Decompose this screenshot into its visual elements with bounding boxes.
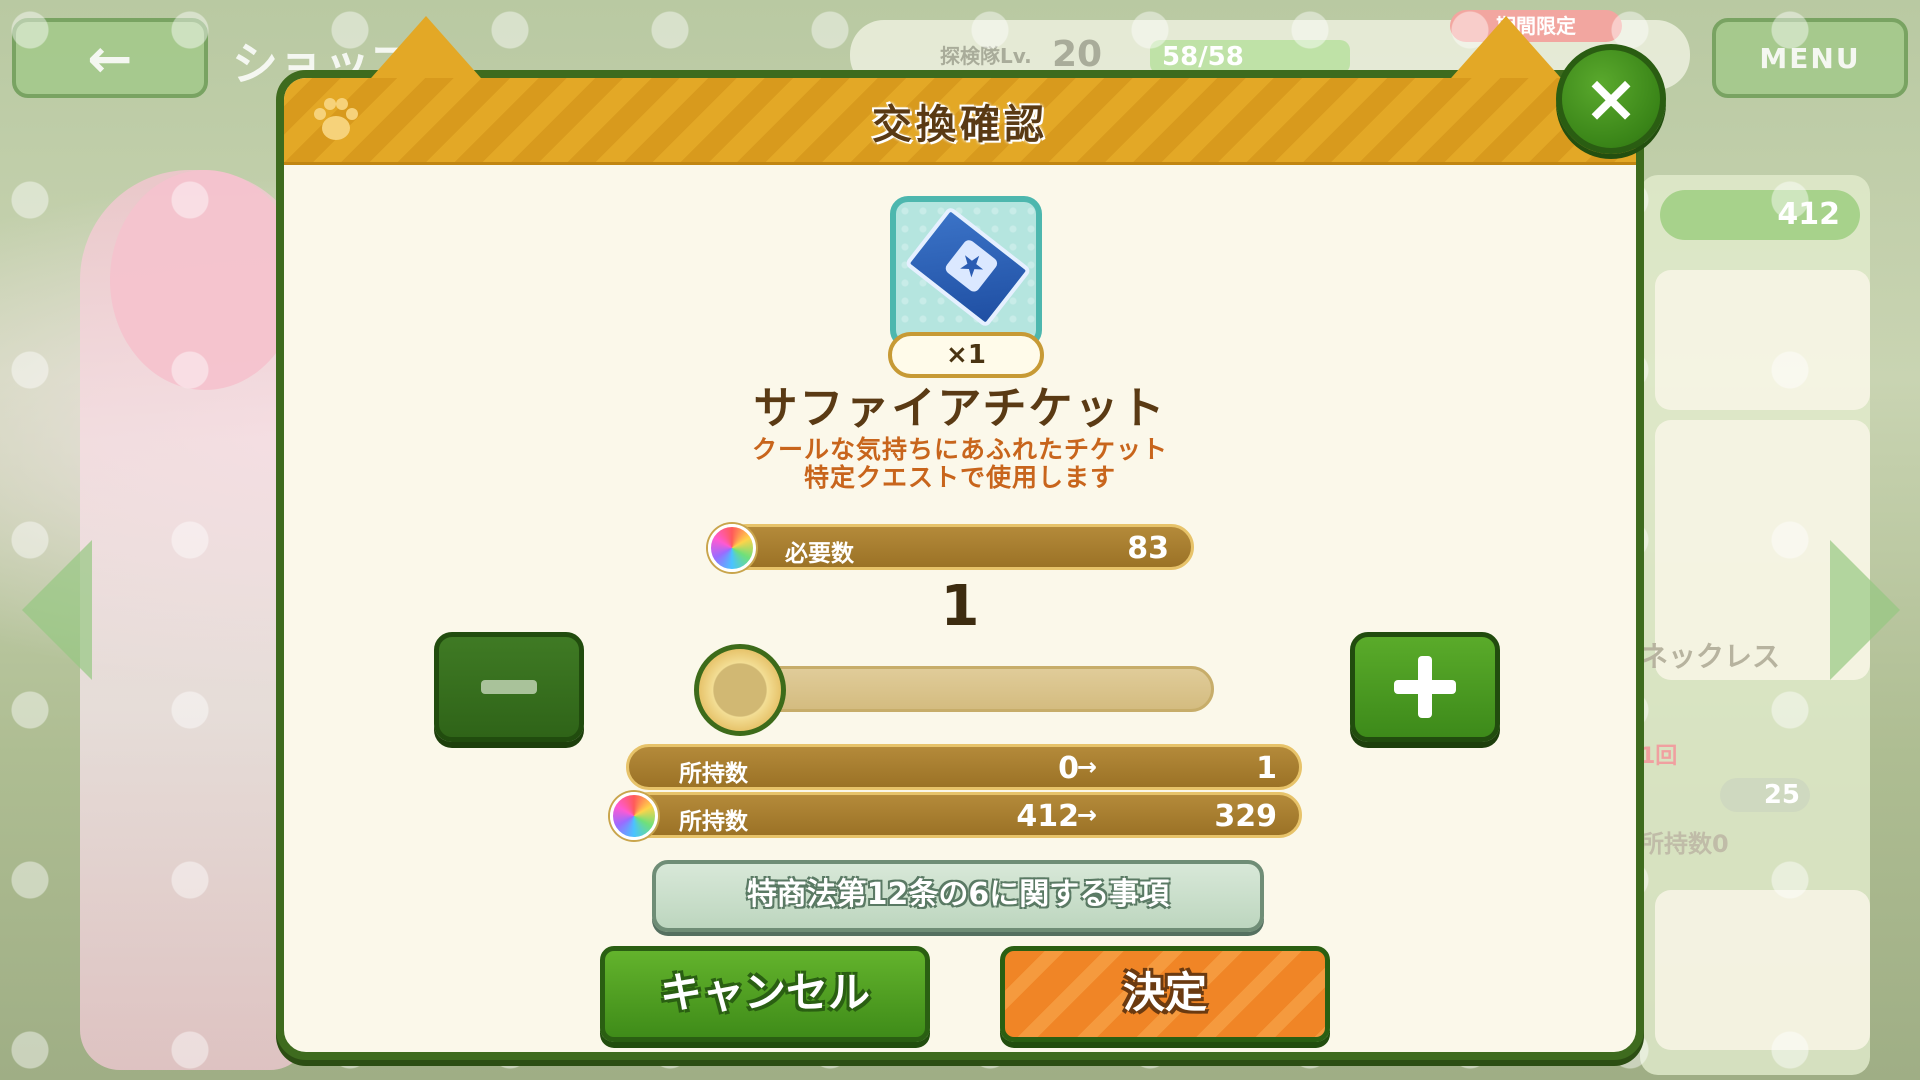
expedition-level-label: 探検隊Lv. — [940, 44, 1032, 68]
dialog-header: 交換確認 — [284, 78, 1636, 165]
minus-icon — [481, 680, 537, 694]
rainbow-gem-icon — [610, 792, 658, 840]
dialog-ear-right — [1444, 16, 1568, 86]
cancel-button[interactable]: キャンセル — [600, 946, 930, 1042]
shop-item-card[interactable] — [1655, 890, 1870, 1050]
arrow-icon: → — [1076, 753, 1097, 781]
exchange-confirm-dialog: 交換確認 ×1 サファイアチケット クールな気持ちにあふれたチケット 特定クエス… — [276, 16, 1644, 1060]
stamina-gauge: 58/58 — [1150, 40, 1350, 74]
prev-arrow-icon[interactable] — [22, 540, 92, 680]
shop-item-name: ネックレス — [1640, 640, 1781, 673]
quantity-value: 1 — [940, 574, 980, 639]
confirm-button[interactable]: 決定 — [1000, 946, 1330, 1042]
sapphire-ticket-icon — [904, 205, 1032, 329]
back-button[interactable]: ← — [12, 18, 208, 98]
close-button[interactable]: × — [1556, 44, 1666, 154]
item-name: サファイアチケット — [753, 383, 1167, 434]
shop-item-card[interactable] — [1655, 270, 1870, 410]
required-label: 必要数 — [785, 541, 854, 567]
purchase-limit: 1回 — [1640, 744, 1678, 769]
plus-icon — [1394, 656, 1456, 718]
rainbow-gem-icon — [708, 524, 756, 572]
decrease-button[interactable] — [434, 632, 584, 742]
required-cost-bar: 必要数 83 — [724, 524, 1194, 570]
shop-item-panel — [1640, 175, 1870, 1075]
owned-item-from: 0 — [1058, 751, 1079, 786]
arrow-icon: → — [1076, 801, 1097, 829]
shop-item-price: 25 — [1720, 778, 1810, 812]
owned-item-bar: 所持数 0 → 1 — [626, 744, 1302, 790]
shop-item-owned: 所持数0 — [1640, 830, 1729, 858]
next-arrow-icon[interactable] — [1830, 540, 1900, 680]
dialog-ear-left — [364, 16, 488, 86]
menu-button[interactable]: MENU — [1712, 18, 1908, 98]
back-arrow-icon: ← — [87, 26, 133, 90]
expedition-level-value: 20 — [1052, 34, 1103, 75]
owned-gem-bar: 所持数 412 → 329 — [626, 792, 1302, 838]
gem-count: 412 — [1660, 190, 1860, 240]
owned-gem-from: 412 — [1016, 799, 1079, 834]
close-icon: × — [1583, 60, 1639, 137]
character-head — [110, 170, 300, 390]
owned-gem-label: 所持数 — [679, 809, 748, 835]
owned-item-to: 1 — [1256, 751, 1277, 786]
shop-item-card[interactable] — [1655, 420, 1870, 680]
commercial-law-info-button[interactable]: 特商法第12条の6に関する事項 — [652, 860, 1264, 932]
dialog-title: 交換確認 — [872, 102, 1048, 148]
quantity-slider-handle[interactable] — [694, 644, 786, 736]
required-value: 83 — [1127, 531, 1169, 566]
item-icon-frame — [890, 196, 1042, 348]
increase-button[interactable] — [1350, 632, 1500, 742]
owned-item-label: 所持数 — [679, 761, 748, 787]
item-description-line2: 特定クエストで使用します — [803, 463, 1116, 492]
owned-gem-to: 329 — [1214, 799, 1277, 834]
